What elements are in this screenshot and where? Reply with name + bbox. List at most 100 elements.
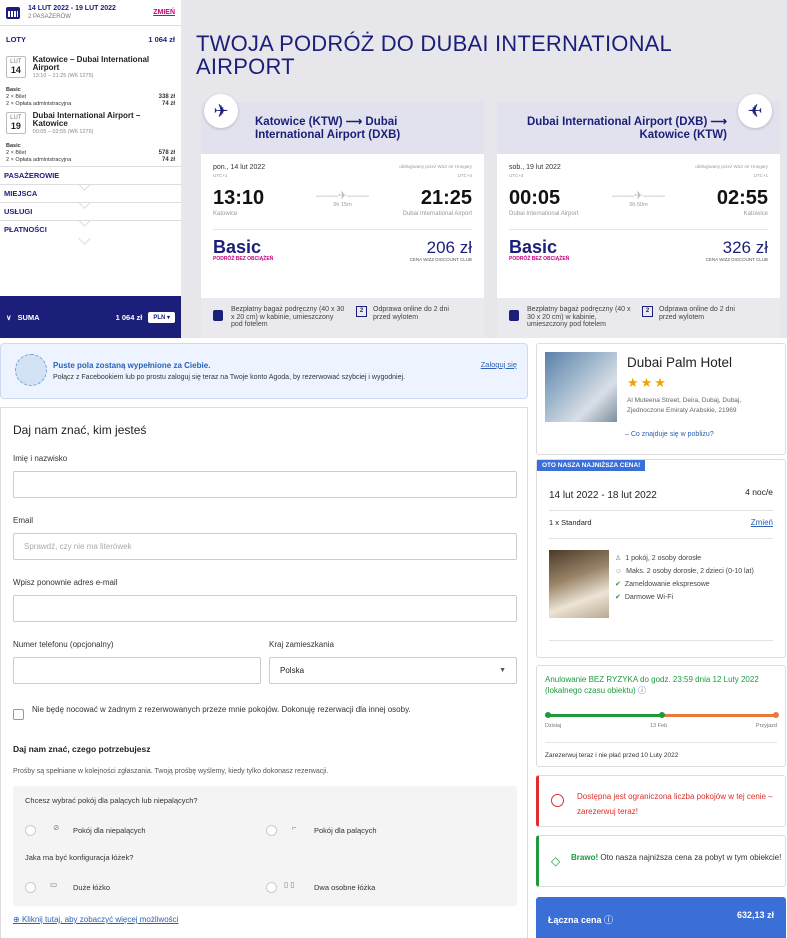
accordion-services[interactable]: USŁUGI — [0, 202, 181, 220]
leg-outbound: LUT 14 Katowice – Dubai International Air… — [0, 52, 181, 83]
dep-time: 13:10 — [213, 187, 265, 209]
flight-card-return: ✈ Dubai International Airport (DXB) ⟶ Ka… — [497, 94, 780, 338]
radio-twin-beds[interactable] — [266, 882, 277, 893]
fee-row: 2 × Bilet 338 zł — [0, 94, 181, 101]
operator: obsługiwany przez Wizz Air Hungary — [695, 164, 768, 169]
radio-nonsmoking[interactable] — [25, 825, 36, 836]
plus-circle-icon: ⊕ — [13, 915, 22, 924]
fee-row: 2 × Bilet 578 zł — [0, 150, 181, 157]
fee-price: 74 zł — [161, 101, 175, 107]
twin-beds-label: Dwa osobne łóżka — [314, 883, 376, 892]
double-bed-label: Duże łóżko — [73, 883, 111, 892]
feature-text: Darmowe Wi-Fi — [624, 594, 674, 601]
room-features: ♙ 1 pokój, 2 osoby dorosłe ☺ Maks. 2 osoby… — [615, 552, 775, 604]
checkin-icon: 2 — [642, 306, 653, 317]
passenger-count: 2 PASAŻERÓW — [28, 13, 71, 20]
timeline-dot — [545, 712, 551, 718]
more-options-text: Kliknij tutaj, aby zobaczyć więcej możli… — [21, 915, 179, 924]
preferences-box: Chcesz wybrać pokój dla palących lub nie… — [13, 786, 517, 906]
list-item: ✔ Zameldowanie ekspresowe — [615, 578, 775, 591]
free-cancellation-card: Anulowanie BEZ RYZYKA do godz. 23:59 dni… — [536, 665, 786, 767]
tag-icon: ◇ — [551, 854, 561, 868]
timeline-today: Dzisiaj — [545, 723, 562, 729]
autofill-icon — [15, 354, 47, 386]
operator: obsługiwany przez Wizz Air Hungary — [399, 164, 472, 169]
flight-duration: 5h 15m — [333, 202, 352, 208]
other-guest-checkbox[interactable] — [13, 709, 24, 720]
accordion-payments[interactable]: PŁATNOŚCI — [0, 220, 181, 238]
bravo-label: Brawo! — [571, 853, 599, 862]
feature-text: Maks. 2 osoby dorosłe, 2 dzieci (0-10 la… — [626, 568, 754, 575]
sum-bar[interactable]: ∨ SUMA 1 064 zł PLN ▾ — [0, 296, 181, 338]
autofill-title: Puste pola zostaną wypełnione za Ciebie. — [53, 361, 211, 370]
bag-icon — [509, 310, 519, 321]
divider — [549, 510, 773, 511]
autofill-text: Połącz z Facebookiem lub po prostu zalog… — [53, 374, 406, 381]
fee-label: 2 × Opłata administracyjna — [6, 101, 72, 107]
checkin-icon: 2 — [356, 306, 367, 317]
radio-smoking[interactable] — [266, 825, 277, 836]
calendar-icon — [6, 6, 20, 19]
accordion-seats[interactable]: MIEJSCA — [0, 184, 181, 202]
hotel-photo[interactable] — [545, 352, 617, 422]
change-dates-link[interactable]: ZMIEŃ — [153, 9, 175, 16]
country-select[interactable]: Polska ▼ — [269, 657, 517, 684]
fee-label: 2 × Bilet — [6, 150, 27, 156]
info-icon[interactable]: ⓘ — [638, 686, 646, 695]
fare-price: 206 zł — [426, 238, 472, 257]
leg-fare-name: Basic — [6, 87, 21, 93]
autofill-banner: Puste pola zostaną wypełnione za Ciebie.… — [0, 343, 528, 399]
bed-question: Jaka ma być konfiguracja łóżek? — [25, 853, 134, 862]
arr-time: 02:55 — [716, 187, 768, 209]
clock-icon — [551, 794, 564, 807]
list-item: ☺ Maks. 2 osoby dorosłe, 2 dzieci (0-10 l… — [615, 565, 775, 578]
leg-time: 13:10 – 21:25 (W6 1275) — [32, 73, 94, 79]
twin-beds-icon: ▯ ▯ — [284, 880, 295, 889]
group-icon: ☺ — [615, 568, 623, 575]
flights-total: 1 064 zł — [148, 34, 175, 44]
sum-label: SUMA — [17, 312, 40, 322]
stay-dates: 14 lut 2022 - 18 lut 2022 — [549, 490, 657, 501]
fare-price: 326 zł — [722, 238, 768, 257]
fee-price: 74 zł — [161, 157, 175, 163]
phone-input[interactable] — [13, 657, 261, 684]
fee-price: 578 zł — [158, 150, 175, 156]
trip-dates: 14 LUT 2022 - 19 LUT 2022 — [28, 4, 116, 12]
info-icon[interactable]: ⓘ — [604, 915, 613, 925]
radio-double-bed[interactable] — [25, 882, 36, 893]
chevron-down-icon: ∨ — [6, 312, 12, 322]
bag-info: Bezpłatny bagaż podręczny (40 x 30 x 20 … — [527, 306, 631, 328]
name-input[interactable] — [13, 471, 517, 498]
timeline-arrival: Przyjazd — [755, 723, 777, 729]
nearby-link[interactable]: – Co znajduje się w pobliżu? — [625, 431, 714, 438]
email-label: Email — [13, 516, 34, 525]
fare-name: Basic — [509, 237, 558, 257]
room-type: 1 x Standard — [549, 518, 592, 527]
fee-row: 2 × Opłata administracyjna 74 zł — [0, 101, 181, 108]
currency-select[interactable]: PLN ▾ — [148, 311, 175, 323]
check-icon: ✔ — [615, 594, 621, 601]
email-input[interactable]: Sprawdź, czy nie ma literówek — [13, 533, 517, 560]
accordion-passengers[interactable]: PASAŻEROWIE — [0, 166, 181, 184]
fee-price: 338 zł — [158, 94, 175, 100]
check-icon: ✔ — [615, 581, 621, 588]
trip-dates-bar: 14 LUT 2022 - 19 LUT 2022 2 PASAŻERÓW ZM… — [0, 0, 181, 26]
smoking-label: Pokój dla palących — [314, 826, 377, 835]
timeline-dot — [659, 712, 665, 718]
leg-route: Katowice – Dubai International Airport — [32, 55, 150, 72]
change-room-link[interactable]: Zmień — [751, 518, 773, 527]
login-link[interactable]: Zaloguj się — [481, 360, 517, 369]
room-photo[interactable] — [549, 550, 609, 618]
person-icon: ♙ — [615, 555, 622, 562]
guest-form: Daj nam znać, kim jesteś Imię i nazwisko… — [0, 407, 528, 938]
lowest-price-badge: OTO NASZA NAJNIŻSZA CENA! — [537, 460, 646, 471]
wizz-summary-sidebar: 14 LUT 2022 - 19 LUT 2022 2 PASAŻERÓW ZM… — [0, 0, 181, 338]
price-sub: CENA WIZZ DISCOUNT CLUB — [705, 257, 768, 262]
leg-route: Dubai International Airport – Katowice — [32, 111, 141, 128]
leg-fare-name: Basic — [6, 143, 21, 149]
other-guest-text: Nie będę nocować w żadnym z rezerwowanyc… — [32, 705, 411, 714]
lowest-price-alert: ◇ Brawo! Oto nasza najniższa cena za pob… — [536, 835, 786, 887]
more-options-link[interactable]: ⊕ Kliknij tutaj, aby zobaczyć więcej moż… — [13, 915, 178, 924]
leg-fare: Basic — [0, 143, 181, 150]
email-confirm-input[interactable] — [13, 595, 517, 622]
